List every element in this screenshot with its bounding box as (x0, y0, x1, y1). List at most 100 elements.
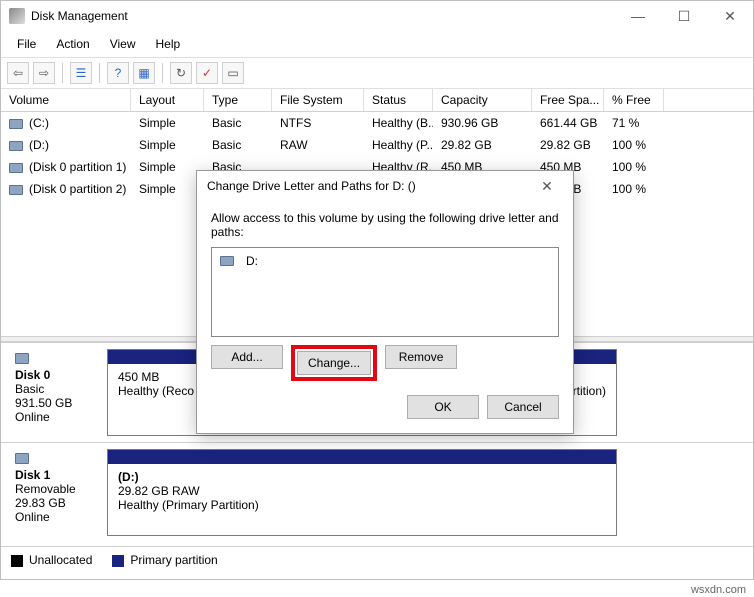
table-row[interactable]: (D:) Simple Basic RAW Healthy (P... 29.8… (1, 134, 753, 156)
column-status[interactable]: Status (364, 89, 433, 111)
menu-file[interactable]: File (7, 33, 46, 55)
cell-free: 661.44 GB (532, 112, 604, 134)
column-volume[interactable]: Volume (1, 89, 131, 111)
cell-volume: (C:) (29, 116, 49, 130)
disk-head[interactable]: Disk 0 Basic 931.50 GB Online (1, 343, 101, 442)
ok-button[interactable]: OK (407, 395, 479, 419)
cell-status: Healthy (B... (364, 112, 433, 134)
cell-layout: Simple (131, 156, 204, 178)
separator (99, 63, 100, 83)
cell-type: Basic (204, 134, 272, 156)
drive-icon (9, 141, 23, 151)
settings-icon[interactable]: ▦ (133, 62, 155, 84)
list-item-label: D: (246, 254, 258, 268)
disk-row: Disk 1 Removable 29.83 GB Online (D:) 29… (1, 442, 753, 542)
change-button-highlight: Change... (291, 345, 377, 381)
cell-type: Basic (204, 112, 272, 134)
cell-pfree: 100 % (604, 156, 664, 178)
column-capacity[interactable]: Capacity (433, 89, 532, 111)
partition-color-bar (108, 450, 616, 464)
list-mode-icon[interactable]: ▭ (222, 62, 244, 84)
cell-volume: (Disk 0 partition 2) (29, 182, 126, 196)
minimize-button[interactable]: — (615, 1, 661, 31)
disk-icon (15, 453, 29, 464)
disk-size: 29.83 GB (15, 496, 66, 510)
column-fs[interactable]: File System (272, 89, 364, 111)
dialog-instruction: Allow access to this volume by using the… (211, 211, 559, 239)
column-type[interactable]: Type (204, 89, 272, 111)
menu-help[interactable]: Help (146, 33, 191, 55)
cell-free: 29.82 GB (532, 134, 604, 156)
disk-management-icon (9, 8, 25, 24)
refresh-icon[interactable]: ↻ (170, 62, 192, 84)
view-icon[interactable]: ☰ (70, 62, 92, 84)
drive-letter-listbox[interactable]: D: (211, 247, 559, 337)
change-drive-letter-dialog: Change Drive Letter and Paths for D: () … (196, 170, 574, 434)
swatch-primary-icon (112, 555, 124, 567)
separator (62, 63, 63, 83)
column-free[interactable]: Free Spa... (532, 89, 604, 111)
menu-view[interactable]: View (100, 33, 146, 55)
change-button[interactable]: Change... (297, 351, 371, 375)
swatch-unallocated-icon (11, 555, 23, 567)
disk-head[interactable]: Disk 1 Removable 29.83 GB Online (1, 443, 101, 542)
disk-kind: Removable (15, 482, 76, 496)
partition-title: (D:) (118, 470, 139, 484)
drive-icon (9, 119, 23, 129)
volume-list-header: Volume Layout Type File System Status Ca… (1, 89, 753, 112)
partition-status: Healthy (Primary Partition) (118, 498, 606, 512)
menubar: File Action View Help (1, 31, 753, 57)
legend-primary: Primary partition (112, 553, 217, 567)
close-button[interactable]: ✕ (707, 1, 753, 31)
cell-pfree: 100 % (604, 178, 664, 200)
disk-icon (15, 353, 29, 364)
disk-size: 931.50 GB (15, 396, 72, 410)
partition-status: Healthy (Reco (118, 384, 194, 398)
list-item[interactable]: D: (220, 254, 550, 268)
table-row[interactable]: (C:) Simple Basic NTFS Healthy (B... 930… (1, 112, 753, 134)
cell-fs: RAW (272, 134, 364, 156)
dialog-title: Change Drive Letter and Paths for D: () (207, 179, 527, 193)
window-title: Disk Management (31, 9, 615, 23)
dialog-titlebar: Change Drive Letter and Paths for D: () … (197, 171, 573, 201)
add-button[interactable]: Add... (211, 345, 283, 369)
disk-kind: Basic (15, 382, 44, 396)
cancel-button[interactable]: Cancel (487, 395, 559, 419)
cell-pfree: 71 % (604, 112, 664, 134)
separator (162, 63, 163, 83)
drive-icon (9, 185, 23, 195)
cell-layout: Simple (131, 134, 204, 156)
column-pfree[interactable]: % Free (604, 89, 664, 111)
disk-name: Disk 0 (15, 368, 50, 382)
cell-capacity: 29.82 GB (433, 134, 532, 156)
partition-size: 29.82 GB RAW (118, 484, 606, 498)
menu-action[interactable]: Action (46, 33, 99, 55)
cell-layout: Simple (131, 112, 204, 134)
cell-fs: NTFS (272, 112, 364, 134)
help-icon[interactable]: ? (107, 62, 129, 84)
titlebar: Disk Management — ☐ ✕ (1, 1, 753, 31)
disk-name: Disk 1 (15, 468, 50, 482)
forward-button[interactable]: ⇨ (33, 62, 55, 84)
disk-partitions: (D:) 29.82 GB RAW Healthy (Primary Parti… (101, 443, 753, 542)
watermark: wsxdn.com (691, 584, 746, 596)
cell-layout: Simple (131, 178, 204, 200)
toolbar: ⇦ ⇨ ☰ ? ▦ ↻ ✓ ▭ (1, 57, 753, 89)
cell-volume: (Disk 0 partition 1) (29, 160, 126, 174)
cell-volume: (D:) (29, 138, 49, 152)
drive-icon (220, 256, 234, 266)
remove-button[interactable]: Remove (385, 345, 457, 369)
drive-icon (9, 163, 23, 173)
partition[interactable]: (D:) 29.82 GB RAW Healthy (Primary Parti… (107, 449, 617, 536)
cell-capacity: 930.96 GB (433, 112, 532, 134)
maximize-button[interactable]: ☐ (661, 1, 707, 31)
cell-pfree: 100 % (604, 134, 664, 156)
back-button[interactable]: ⇦ (7, 62, 29, 84)
column-layout[interactable]: Layout (131, 89, 204, 111)
disk-state: Online (15, 510, 50, 524)
disk-state: Online (15, 410, 50, 424)
cell-status: Healthy (P... (364, 134, 433, 156)
dialog-close-button[interactable]: ✕ (527, 178, 567, 195)
legend-unallocated: Unallocated (11, 553, 92, 567)
check-icon[interactable]: ✓ (196, 62, 218, 84)
